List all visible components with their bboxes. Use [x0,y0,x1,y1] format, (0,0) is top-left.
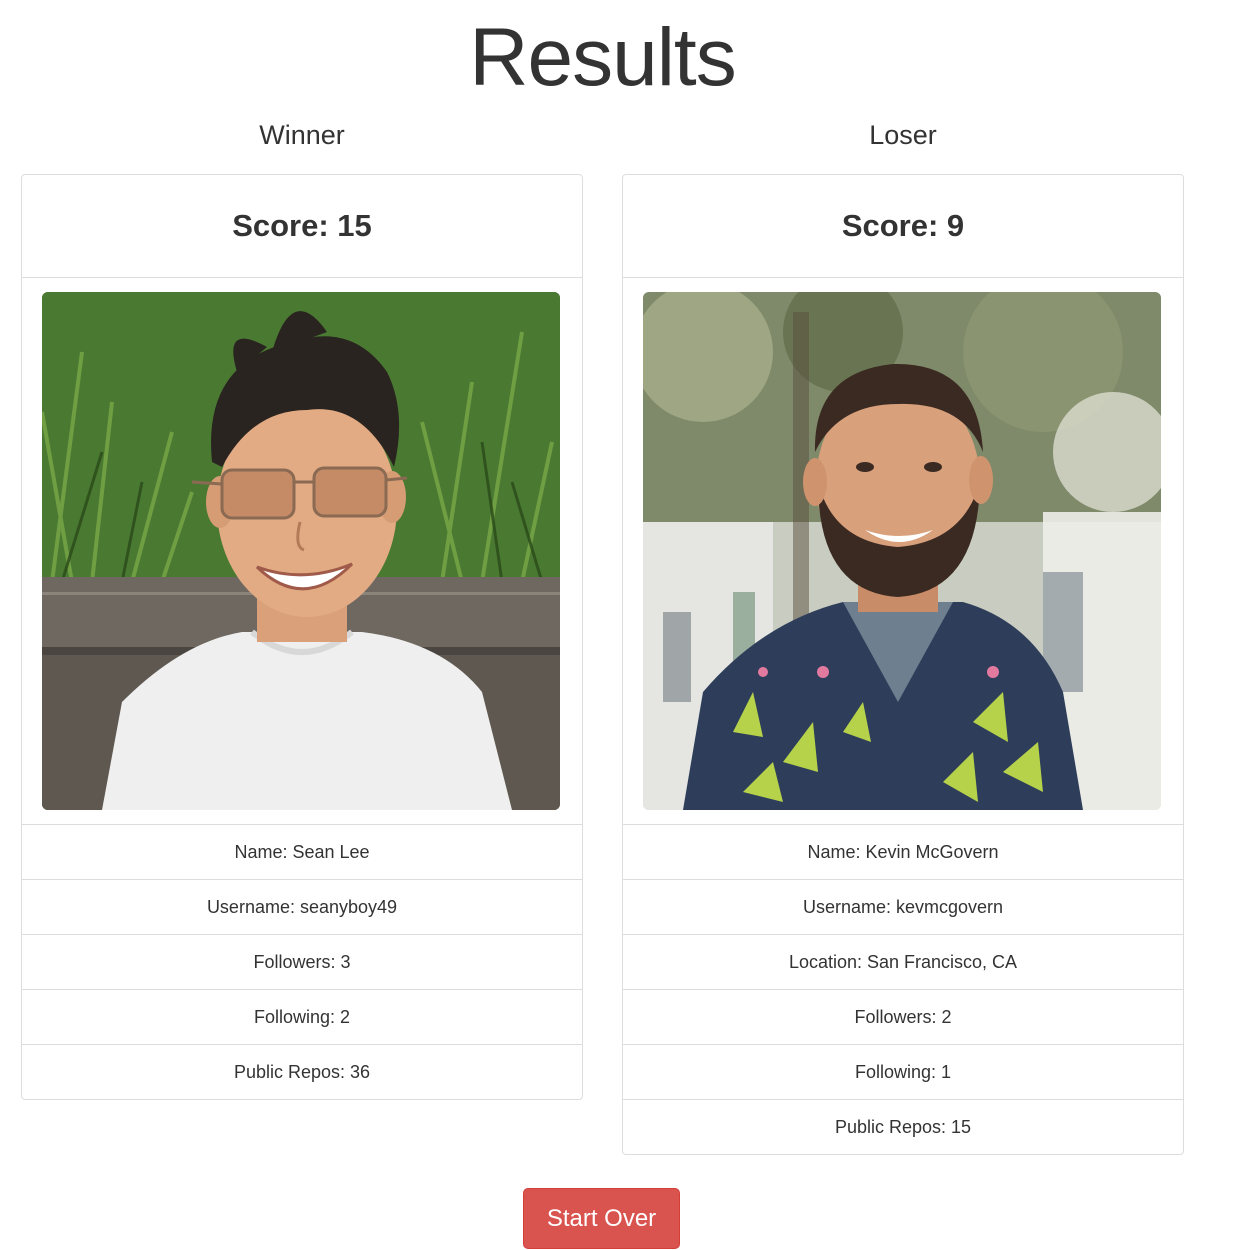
loser-username: Username: kevmcgovern [623,880,1183,935]
loser-label: Loser [869,120,937,150]
start-over-button[interactable]: Start Over [523,1188,680,1249]
winner-photo-container [22,278,582,825]
winner-score: Score: 15 [22,175,582,278]
loser-score: Score: 9 [623,175,1183,278]
loser-card: Score: 9 Name: Kevin McGovern Username: … [622,174,1184,1155]
winner-label: Winner [259,120,345,150]
loser-location: Location: San Francisco, CA [623,935,1183,990]
loser-following: Following: 1 [623,1045,1183,1100]
results-page: Results Winner Score: 15 Name: Sean Lee … [0,0,1250,1250]
page-title: Results [469,12,736,103]
winner-followers: Followers: 3 [22,935,582,990]
winner-username: Username: seanyboy49 [22,880,582,935]
winner-column: Winner Score: 15 Name: Sean Lee Username… [21,110,583,1100]
winner-following: Following: 2 [22,990,582,1045]
winner-public-repos: Public Repos: 36 [233,1062,371,1082]
loser-column: Loser Score: 9 Name: Kevin McGovern User… [622,110,1184,1155]
winner-name: Name: Sean Lee [22,825,582,880]
winner-card: Score: 15 Name: Sean Lee Username: seany… [21,174,583,1100]
loser-photo-container [623,278,1183,825]
winner-avatar [42,292,560,810]
loser-public-repos: Public Repos: 15 [834,1117,972,1137]
loser-followers: Followers: 2 [623,990,1183,1045]
loser-avatar [643,292,1161,810]
loser-name: Name: Kevin McGovern [623,825,1183,880]
